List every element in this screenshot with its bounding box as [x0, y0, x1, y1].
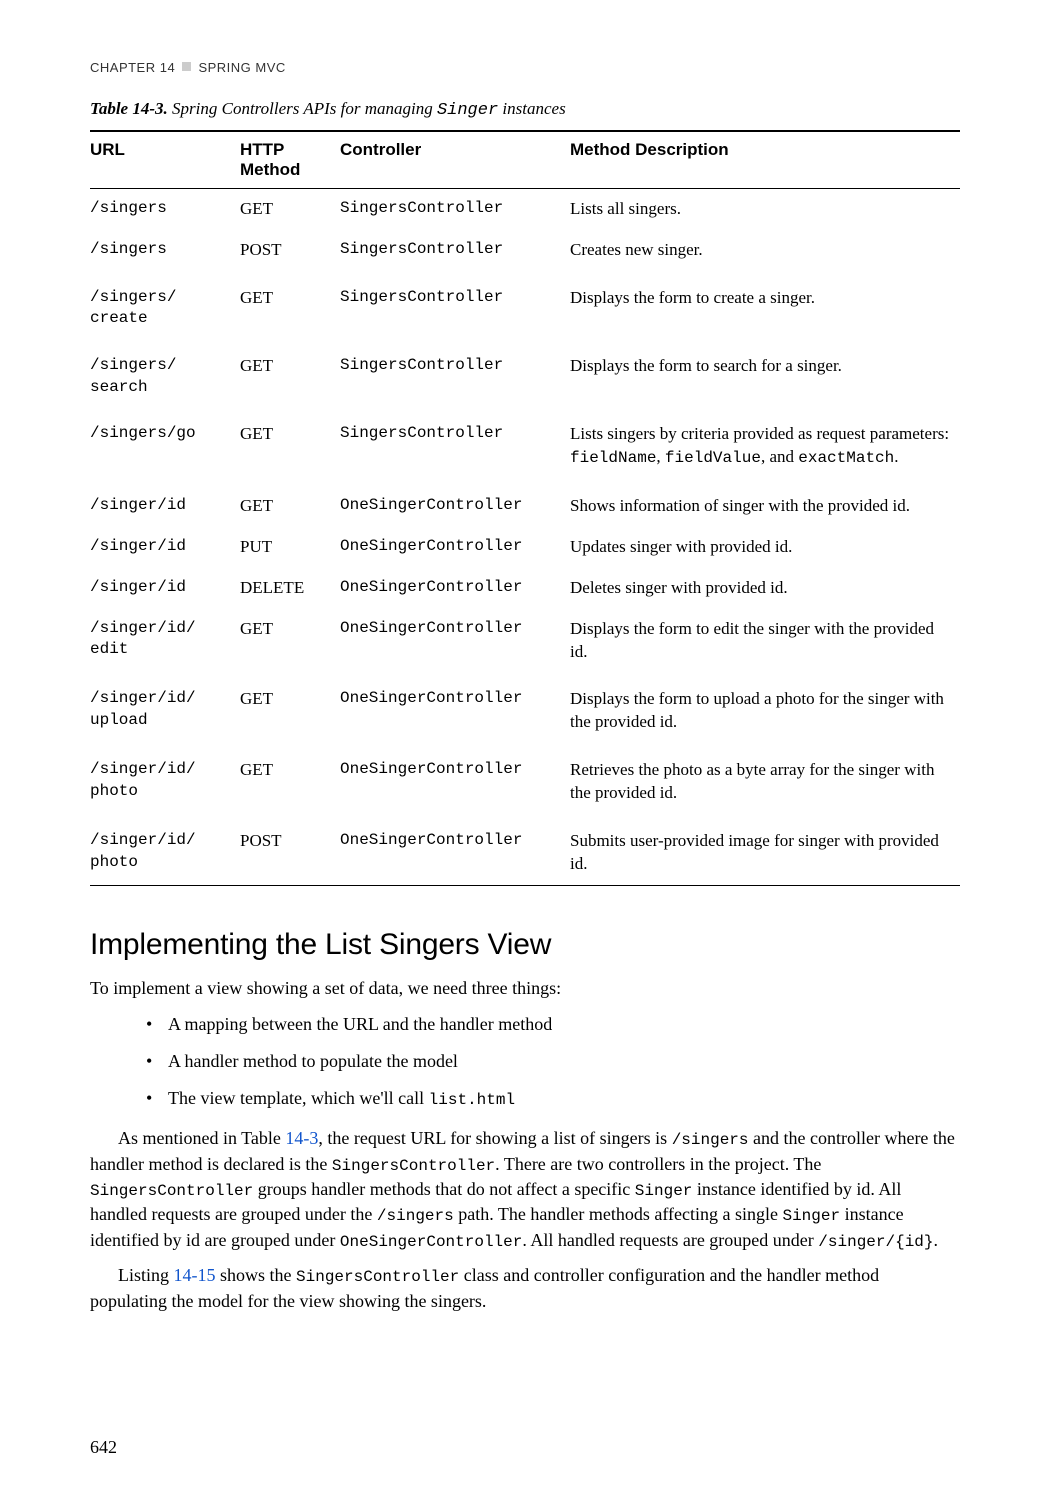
cell-url: /singer/id	[90, 479, 240, 527]
cell-desc: Lists singers by criteria provided as re…	[570, 407, 960, 479]
cell-controller: OneSingerController	[340, 743, 570, 814]
cell-method: PUT	[240, 527, 340, 568]
table-row: /singer/id/ photoGETOneSingerControllerR…	[90, 743, 960, 814]
cell-url: /singers	[90, 230, 240, 271]
cell-url: /singer/id	[90, 568, 240, 609]
cell-controller: OneSingerController	[340, 609, 570, 673]
cell-desc: Submits user-provided image for singer w…	[570, 814, 960, 885]
table-row: /singersGETSingersControllerLists all si…	[90, 189, 960, 230]
bullet-item: A handler method to populate the model	[168, 1048, 960, 1075]
cell-url: /singer/id/ upload	[90, 672, 240, 743]
cell-controller: SingersController	[340, 407, 570, 479]
cell-controller: SingersController	[340, 189, 570, 230]
table-caption-suffix: instances	[498, 99, 566, 118]
listing-ref-link[interactable]: 14-15	[174, 1265, 216, 1285]
page-number: 642	[90, 1437, 117, 1458]
section-intro: To implement a view showing a set of dat…	[90, 976, 960, 1001]
cell-method: GET	[240, 743, 340, 814]
table-row: /singer/idPUTOneSingerControllerUpdates …	[90, 527, 960, 568]
table-ref-link[interactable]: 14-3	[285, 1128, 318, 1148]
bullet-list: A mapping between the URL and the handle…	[90, 1011, 960, 1112]
th-url: URL	[90, 131, 240, 189]
cell-controller: OneSingerController	[340, 672, 570, 743]
cell-controller: SingersController	[340, 339, 570, 407]
section-title: Implementing the List Singers View	[90, 928, 960, 962]
table-row: /singer/idDELETEOneSingerControllerDelet…	[90, 568, 960, 609]
th-method: HTTP Method	[240, 131, 340, 189]
cell-method: POST	[240, 814, 340, 885]
cell-method: GET	[240, 407, 340, 479]
cell-desc: Updates singer with provided id.	[570, 527, 960, 568]
table-caption-code: Singer	[437, 101, 498, 120]
cell-method: GET	[240, 189, 340, 230]
cell-desc: Lists all singers.	[570, 189, 960, 230]
table-caption-label: Table 14-3.	[90, 99, 168, 118]
cell-method: DELETE	[240, 568, 340, 609]
cell-controller: SingersController	[340, 230, 570, 271]
bullet-item: The view template, which we'll call list…	[168, 1085, 960, 1112]
table-row: /singersPOSTSingersControllerCreates new…	[90, 230, 960, 271]
cell-controller: OneSingerController	[340, 568, 570, 609]
cell-url: /singers	[90, 189, 240, 230]
cell-url: /singers/ search	[90, 339, 240, 407]
cell-method: GET	[240, 271, 340, 339]
paragraph-1: As mentioned in Table 14-3, the request …	[90, 1126, 960, 1253]
bullet-prefix: The view template, which we'll call	[168, 1088, 429, 1108]
cell-url: /singers/ create	[90, 271, 240, 339]
table-caption-prefix: Spring Controllers APIs for managing	[172, 99, 437, 118]
table-row: /singers/ searchGETSingersControllerDisp…	[90, 339, 960, 407]
cell-method: GET	[240, 672, 340, 743]
cell-method: POST	[240, 230, 340, 271]
cell-url: /singer/id	[90, 527, 240, 568]
chapter-title: SPRING MVC	[198, 60, 285, 75]
cell-controller: OneSingerController	[340, 479, 570, 527]
cell-desc: Deletes singer with provided id.	[570, 568, 960, 609]
cell-desc: Displays the form to upload a photo for …	[570, 672, 960, 743]
table-row: /singer/idGETOneSingerControllerShows in…	[90, 479, 960, 527]
cell-method: GET	[240, 339, 340, 407]
cell-method: GET	[240, 609, 340, 673]
th-desc: Method Description	[570, 131, 960, 189]
paragraph-2: Listing 14-15 shows the SingersControlle…	[90, 1263, 960, 1314]
chapter-label: CHAPTER 14	[90, 60, 175, 75]
cell-desc: Shows information of singer with the pro…	[570, 479, 960, 527]
chapter-header: CHAPTER 14 SPRING MVC	[90, 60, 960, 75]
cell-desc: Displays the form to edit the singer wit…	[570, 609, 960, 673]
cell-desc: Retrieves the photo as a byte array for …	[570, 743, 960, 814]
table-row: /singers/ createGETSingersControllerDisp…	[90, 271, 960, 339]
bullet-item: A mapping between the URL and the handle…	[168, 1011, 960, 1038]
table-row: /singers/goGETSingersControllerLists sin…	[90, 407, 960, 479]
cell-url: /singers/go	[90, 407, 240, 479]
cell-desc: Creates new singer.	[570, 230, 960, 271]
cell-url: /singer/id/ photo	[90, 814, 240, 885]
cell-desc: Displays the form to create a singer.	[570, 271, 960, 339]
bullet-code: list.html	[429, 1091, 515, 1109]
cell-controller: SingersController	[340, 271, 570, 339]
cell-url: /singer/id/ photo	[90, 743, 240, 814]
cell-url: /singer/id/ edit	[90, 609, 240, 673]
cell-method: GET	[240, 479, 340, 527]
table-caption: Table 14-3. Spring Controllers APIs for …	[90, 99, 960, 120]
table-row: /singer/id/ photoPOSTOneSingerController…	[90, 814, 960, 885]
table-row: /singer/id/ uploadGETOneSingerController…	[90, 672, 960, 743]
cell-controller: OneSingerController	[340, 527, 570, 568]
sep-icon	[182, 62, 191, 71]
th-controller: Controller	[340, 131, 570, 189]
table-row: /singer/id/ editGETOneSingerControllerDi…	[90, 609, 960, 673]
cell-desc: Displays the form to search for a singer…	[570, 339, 960, 407]
api-table: URL HTTP Method Controller Method Descri…	[90, 130, 960, 886]
cell-controller: OneSingerController	[340, 814, 570, 885]
